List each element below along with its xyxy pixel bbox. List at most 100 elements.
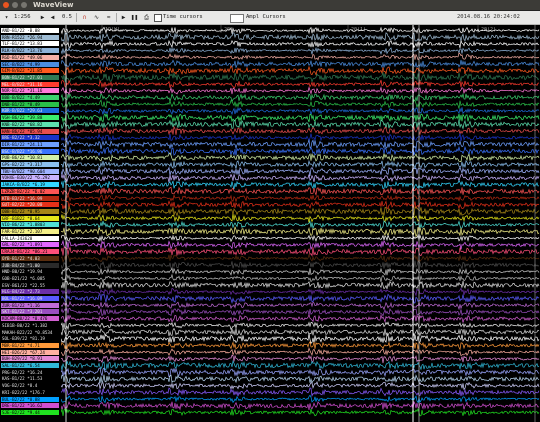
scale-label[interactable]: 1:256 bbox=[14, 11, 31, 24]
channel-label[interactable]: JAKCA-B/B22 *6.19 bbox=[1, 182, 59, 188]
channel-label[interactable]: GRF-B1B22 *8.64 bbox=[1, 215, 59, 221]
channel-trace bbox=[61, 125, 540, 136]
minimize-window-button[interactable] bbox=[12, 2, 18, 8]
waveform-options-icon[interactable]: ≈ bbox=[104, 13, 113, 22]
channel-label[interactable]: ZUR-B1/22 *1.16 bbox=[1, 302, 59, 308]
channel-trace bbox=[61, 321, 540, 331]
channel-label[interactable]: GOB-B21/22 *6.085 bbox=[1, 275, 59, 281]
channel-label[interactable]: HND-B0/22 *19.94 bbox=[1, 269, 59, 275]
channel-label[interactable]: SKT-B1/22 *3.201 bbox=[1, 309, 59, 315]
zoom-in-icon[interactable]: ▶ bbox=[38, 13, 47, 22]
channel-label[interactable]: SJE-B2/22 *9.44 bbox=[1, 409, 59, 415]
channel-label[interactable]: BON-B1/22 *27.01 bbox=[1, 74, 59, 80]
channel-label[interactable]: KNB-B2/22 *68.82 bbox=[1, 121, 59, 127]
channel-label[interactable]: KAS-B1/22 *11.53 bbox=[1, 376, 59, 382]
filter-icon[interactable]: ∩ bbox=[80, 13, 89, 22]
channel-label[interactable]: JUB-B4/22 *1.00 bbox=[1, 262, 59, 268]
window-controls bbox=[3, 2, 27, 8]
channel-trace bbox=[61, 106, 540, 116]
channel-label[interactable]: CRAJ4-B1/22 *86.21 bbox=[1, 249, 59, 255]
ampl-cursors-field[interactable] bbox=[230, 14, 244, 23]
channel-label[interactable]: HLG-B4/22 *2.73 bbox=[1, 289, 59, 295]
chevron-down-icon[interactable]: ▾ bbox=[2, 13, 11, 22]
channel-label[interactable]: PRG-B2/22 *16.24 bbox=[1, 369, 59, 375]
maximize-window-button[interactable] bbox=[21, 2, 27, 8]
channel-label[interactable]: GRL-B2/22 *1.891 bbox=[1, 242, 59, 248]
channel-label[interactable]: SIB1B-B0/22 *1.382 bbox=[1, 322, 59, 328]
channel-trace bbox=[61, 267, 540, 276]
channel-label[interactable]: SAL-B1/22 *6.54 bbox=[1, 363, 59, 368]
channel-label[interactable]: GPS-B2/22 *3.317 bbox=[1, 162, 59, 167]
channel-trace bbox=[61, 193, 540, 203]
channel-label[interactable]: VOG-B2/22 *8.4 bbox=[1, 383, 59, 389]
channel-label[interactable]: HEI-B26/22 *67.24 bbox=[1, 349, 59, 355]
channel-trace bbox=[61, 133, 540, 143]
channel-label[interactable]: TLF-B1/22 *13.83 bbox=[1, 41, 59, 47]
channel-label[interactable]: DIR-B1/22 *24.11 bbox=[1, 141, 59, 147]
channel-label[interactable]: DNB-B1/22 *8.49 bbox=[1, 101, 59, 107]
channel-label-list: AND-B1/22 -B.08 RRN-R1522 *26.94 TLF-B1/22… bbox=[0, 25, 61, 422]
channel-trace bbox=[61, 293, 540, 304]
channel-label[interactable]: BUL-B2/22 *0.88 bbox=[1, 396, 59, 402]
channel-label[interactable]: RGD-B1/22 *49.06 bbox=[1, 54, 59, 60]
channel-label[interactable]: HAN-B6/22 *85.94 bbox=[1, 128, 59, 134]
channel-label[interactable]: VOHXE-B30/22 *6.292 bbox=[1, 175, 59, 181]
channel-label[interactable]: FAR-B1/22 *2.107 bbox=[1, 229, 59, 234]
datetime-display: 2014.08.16 20:24:02 bbox=[457, 14, 520, 20]
channel-label[interactable]: SOL-B39/22 *81.19 bbox=[1, 336, 59, 342]
channel-label[interactable]: VGH-B6/22 *39.88 bbox=[1, 115, 59, 121]
channel-label[interactable]: OBB-B1/22 *0.95 bbox=[1, 208, 59, 214]
time-cursors-checkbox[interactable] bbox=[154, 14, 162, 22]
waveform-canvas[interactable]: 19(W) 20 20(1) 20(2) bbox=[61, 25, 540, 422]
channel-label[interactable]: TBU-B/B22 *90.604 bbox=[1, 168, 59, 174]
channel-label[interactable]: RRN-R1522 *26.94 bbox=[1, 34, 59, 40]
channel-label[interactable]: GUT-B2/22 *20.00 bbox=[1, 202, 59, 208]
channel-label[interactable]: NOR-B1/22 *31.16 bbox=[1, 88, 59, 94]
channel-label[interactable]: MBR-B1/22 *4.71 bbox=[1, 342, 59, 348]
channel-trace bbox=[61, 52, 540, 61]
time-axis-tick-label: 20(2) bbox=[481, 27, 496, 33]
close-window-button[interactable] bbox=[3, 2, 9, 8]
channel-label[interactable]: KOCAM-B0/22 *0.476 bbox=[1, 316, 59, 322]
channel-label[interactable]: GIM-B/B22 *21.85 bbox=[1, 68, 59, 74]
channel-label[interactable]: DRE-B1/22 *16.62 bbox=[1, 403, 59, 409]
channel-trace bbox=[61, 300, 540, 311]
channel-label[interactable]: BUH-B29/22 *8.91 bbox=[1, 356, 59, 362]
channel-label[interactable]: RLK-B/B22 *13.76 bbox=[1, 48, 59, 54]
channel-label[interactable]: BRE-B2/22 *3.32 bbox=[1, 135, 59, 141]
channel-trace bbox=[61, 387, 540, 398]
channel-label[interactable]: FALLA-J43620 bbox=[1, 235, 59, 241]
waveform-icon[interactable]: ∿ bbox=[92, 13, 101, 22]
time-cursors-label[interactable]: Time cursors bbox=[163, 11, 203, 24]
channel-label[interactable]: MAKAH-B22/22 *0.8534 bbox=[1, 329, 59, 335]
channel-label[interactable]: KBR-B/B22 *29.63 bbox=[1, 108, 59, 114]
channel-trace bbox=[61, 173, 540, 183]
channel-label[interactable]: MEL-B/B22 *31.16 bbox=[1, 81, 59, 87]
ampl-cursors-label[interactable]: Ampl Cursors bbox=[246, 11, 286, 24]
channel-label[interactable]: BBB-B/B22 *4.49 bbox=[1, 95, 59, 100]
channel-label[interactable]: BOL-B1/22 *16.09 bbox=[1, 296, 59, 301]
pause-icon[interactable]: ❚❚ bbox=[130, 13, 139, 22]
channel-label[interactable]: SEC-B/B22 *4.99 bbox=[1, 61, 59, 67]
channel-label[interactable]: AND-B1/22 -B.08 bbox=[1, 28, 59, 33]
channel-trace bbox=[61, 220, 540, 230]
channel-label[interactable]: VIO-B6/22 *1.0803 bbox=[1, 222, 59, 228]
channel-label[interactable]: BSC-B/B22 *16.96 bbox=[1, 148, 59, 154]
channel-label[interactable]: PUB-B6/22 *10.81 bbox=[1, 155, 59, 161]
print-icon[interactable]: ⎙ bbox=[142, 13, 151, 22]
zoom-out-icon[interactable]: ◀ bbox=[48, 13, 57, 22]
channel-label[interactable]: OYB-B1/22 *4.03 bbox=[1, 255, 59, 261]
channel-label[interactable]: ESV-B61/22 *22.55 bbox=[1, 282, 59, 288]
channel-trace bbox=[61, 26, 540, 35]
channel-trace bbox=[61, 99, 540, 109]
toolbar: ▾ 1:256 ▶ ◀ 0.5 ∩ ∿ ≈ ▶ ❚❚ ⎙ Time cursor… bbox=[0, 11, 540, 25]
gain-value[interactable]: 0.5 bbox=[62, 11, 72, 24]
channel-trace bbox=[61, 159, 540, 170]
channel-trace bbox=[61, 359, 540, 371]
channel-label[interactable]: LZRZB-B2/22 *6.02 bbox=[1, 188, 59, 194]
channel-trace bbox=[61, 180, 540, 190]
channel-label[interactable]: KRI-B22/22 *176.7 bbox=[1, 389, 59, 395]
waveform-plot[interactable]: 19(W) 20 20(1) 20(2) bbox=[61, 25, 540, 422]
play-icon[interactable]: ▶ bbox=[119, 13, 128, 22]
channel-label[interactable]: KTB-B3/22 *16.99 bbox=[1, 195, 59, 201]
